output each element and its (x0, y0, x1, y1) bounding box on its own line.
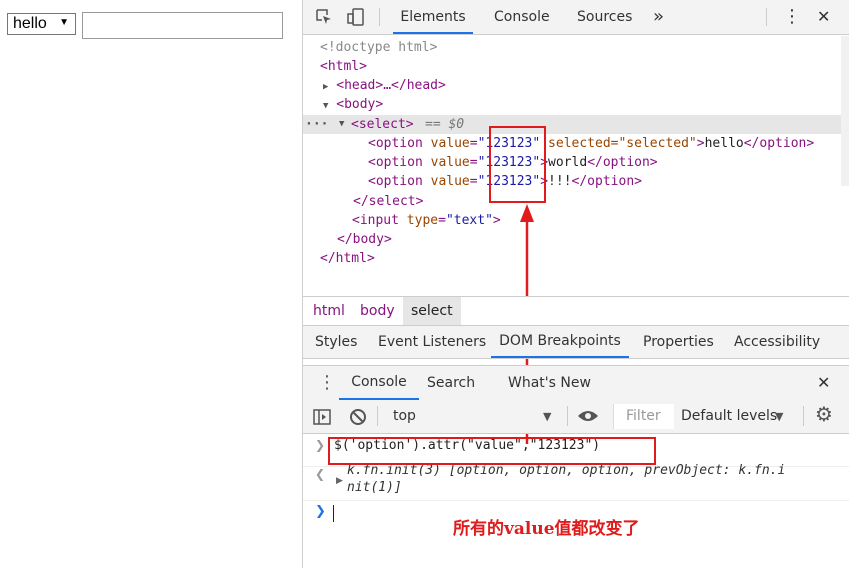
devtools-panel: Elements Console Sources » ⋮ ✕ <!doctype… (302, 0, 849, 568)
node-actions-icon[interactable]: ··· (305, 115, 328, 134)
toolbar-divider (379, 8, 380, 26)
expand-arrow-icon[interactable]: ▶ (323, 82, 328, 92)
chevron-down-icon: ▼ (543, 410, 552, 423)
tab-accessibility[interactable]: Accessibility (734, 326, 820, 358)
eye-icon[interactable] (577, 408, 599, 424)
input-prompt-icon: ❯ (315, 504, 326, 519)
log-levels-label: Default levels (681, 408, 778, 424)
result-text-line1: k.fn.init(3) [option, option, option, pr… (347, 463, 786, 478)
menu-glyph: ⋮ (783, 6, 801, 27)
console-filter-input[interactable]: Filter (613, 404, 674, 429)
option-3-text: !!! (548, 174, 572, 189)
annotation-text: 所有的value值都改变了 (453, 519, 640, 539)
dom-html-open[interactable]: <html> (320, 57, 367, 76)
dom-select-close[interactable]: </select> (353, 192, 423, 211)
show-sidebar-icon[interactable] (313, 408, 331, 426)
breadcrumb-select[interactable]: select (403, 297, 461, 325)
toolbar-divider (567, 406, 568, 426)
chevron-down-icon: ▼ (775, 410, 784, 423)
values-highlight-box (489, 126, 546, 203)
option-2-close: </option> (587, 155, 658, 170)
context-selector[interactable]: top ▼ (385, 404, 555, 429)
page-select[interactable]: hello ▼ (7, 13, 76, 35)
console-toolbar: top ▼ Filter Default levels ▼ ⚙ (303, 400, 849, 434)
dom-select-node[interactable]: ··· ▼ <select> == $0 (303, 115, 849, 134)
option-1-text: hello (704, 136, 744, 151)
toolbar-divider (377, 406, 378, 426)
dom-selected-marker: == $0 (425, 117, 465, 132)
expand-result-icon[interactable]: ▶ (336, 476, 343, 486)
devtools-menu-icon[interactable]: ⋮ (783, 0, 801, 34)
page-select-value: hello (13, 15, 47, 32)
tab-dom-breakpoints[interactable]: DOM Breakpoints (491, 326, 629, 358)
drawer-menu-icon[interactable]: ⋮ (318, 366, 336, 400)
command-prompt-icon: ❯ (315, 438, 326, 452)
toolbar-divider (803, 406, 804, 426)
option-2-text: world (548, 155, 588, 170)
tab-elements-label: Elements (400, 9, 466, 25)
page-text-input[interactable] (82, 12, 283, 39)
dom-head-node[interactable]: ▶ <head>…</head> (323, 76, 446, 95)
tab-styles[interactable]: Styles (315, 326, 357, 358)
dom-option-1[interactable]: <option value="123123" selected="selecte… (368, 134, 814, 153)
tab-event-listeners[interactable]: Event Listeners (378, 326, 486, 358)
breadcrumb: html body select (303, 296, 849, 326)
dom-body-node[interactable]: ▼ <body> (323, 95, 383, 114)
drawer-header: ⋮ Console Search What's New ✕ (303, 365, 849, 401)
collapse-arrow-icon[interactable]: ▼ (323, 101, 328, 111)
console-settings-gear-icon[interactable]: ⚙ (815, 402, 833, 426)
command-highlight-box (328, 437, 656, 465)
dom-scrollbar[interactable] (841, 36, 849, 186)
dom-html-close[interactable]: </html> (320, 249, 375, 268)
clear-console-icon[interactable] (349, 408, 367, 426)
tab-console-label: Console (494, 9, 550, 25)
dom-body-close[interactable]: </body> (337, 230, 392, 249)
dom-body-text: <body> (336, 97, 384, 112)
dom-head-text: <head>…</head> (336, 78, 446, 93)
dom-select-text: <select> (351, 117, 414, 132)
filter-placeholder: Filter (626, 408, 661, 424)
dropdown-arrow-icon: ▼ (59, 17, 69, 28)
sidebar-tabs: Styles Event Listeners DOM Breakpoints P… (303, 326, 849, 359)
more-tabs-glyph: » (653, 6, 665, 27)
device-toolbar-icon[interactable] (346, 7, 366, 27)
console-result-row[interactable]: ❮ ▶ k.fn.init(3) [option, option, option… (303, 463, 849, 501)
text-cursor (333, 505, 334, 522)
result-text-line2: nit(1)] (347, 480, 402, 495)
inspect-element-icon[interactable] (315, 8, 333, 26)
toolbar-divider-right (766, 8, 767, 26)
more-tabs-icon[interactable]: » (653, 0, 664, 34)
devtools-top-toolbar: Elements Console Sources » ⋮ ✕ (303, 0, 849, 35)
result-return-icon: ❮ (315, 467, 326, 481)
tab-sources-label: Sources (577, 9, 633, 25)
breadcrumb-body[interactable]: body (360, 297, 395, 325)
option-3-close: </option> (571, 174, 642, 189)
close-glyph: ✕ (817, 7, 831, 26)
tab-sources[interactable]: Sources (577, 0, 632, 34)
dom-doctype: <!doctype html> (320, 40, 438, 55)
collapse-arrow-icon[interactable]: ▼ (339, 115, 344, 134)
log-levels-dropdown[interactable]: Default levels ▼ (675, 404, 795, 429)
drawer-tab-console[interactable]: Console (339, 366, 419, 400)
dom-input-node[interactable]: <input type="text"> (352, 211, 501, 230)
option-1-selected-attr: selected="selected" (540, 136, 697, 151)
context-selector-value: top (393, 408, 416, 424)
tab-elements[interactable]: Elements (393, 0, 473, 34)
dom-tree: <!doctype html> <html> ▶ <head>…</head> … (303, 36, 849, 294)
tab-properties[interactable]: Properties (643, 326, 714, 358)
close-drawer-icon[interactable]: ✕ (817, 366, 830, 400)
tab-console[interactable]: Console (494, 0, 550, 34)
close-devtools-icon[interactable]: ✕ (817, 0, 830, 34)
option-1-close: </option> (743, 136, 815, 151)
drawer-tab-whats-new[interactable]: What's New (508, 366, 591, 400)
breadcrumb-html[interactable]: html (313, 297, 345, 325)
drawer-tab-search[interactable]: Search (427, 366, 475, 400)
